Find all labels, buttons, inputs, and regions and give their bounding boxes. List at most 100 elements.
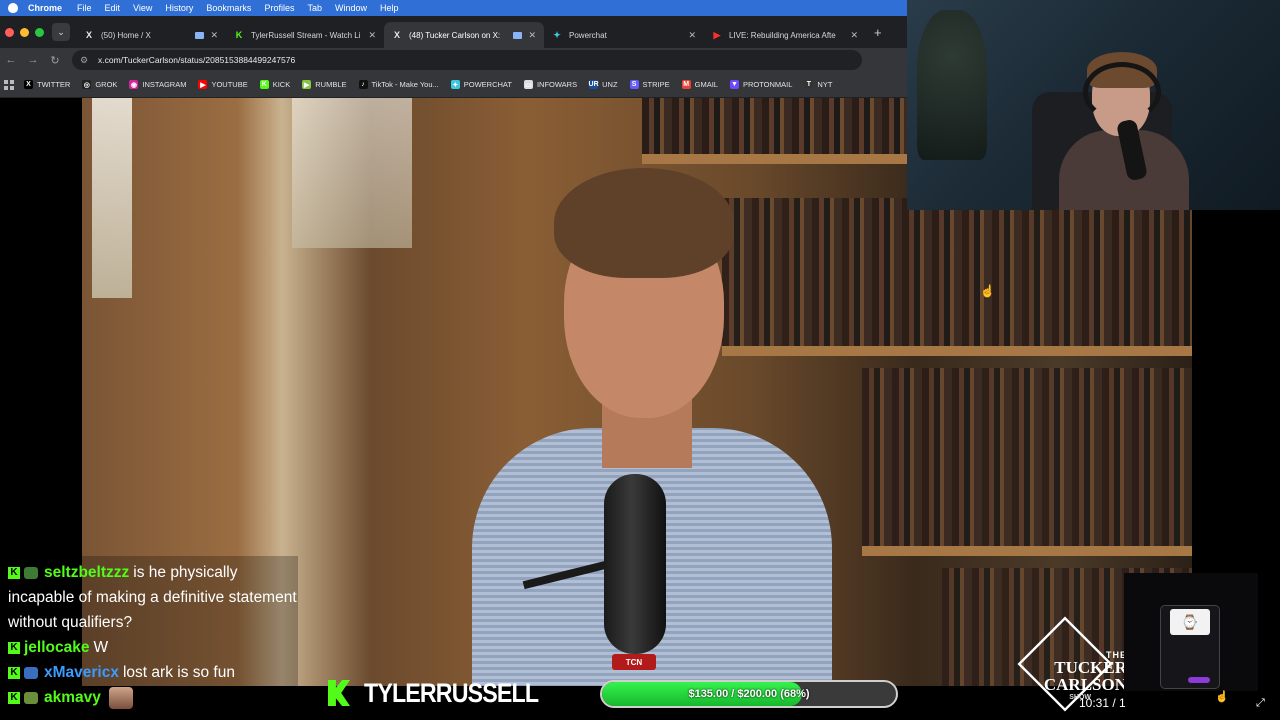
tab-title: Powerchat: [569, 30, 607, 40]
close-tab-icon[interactable]: ✕: [528, 30, 536, 41]
tab-title: (50) Home / X: [101, 30, 151, 40]
tab-media-icon[interactable]: [195, 31, 205, 39]
bookmark-favicon-icon: X: [24, 80, 33, 89]
menu-history[interactable]: History: [165, 3, 193, 13]
powerchat-icon: ✦: [553, 29, 561, 40]
bookmark-item[interactable]: S STRIPE: [629, 80, 670, 89]
menu-help[interactable]: Help: [380, 3, 399, 13]
chat-username[interactable]: seltzbeltzzz: [44, 564, 129, 581]
bookmark-favicon-icon: ♪: [358, 80, 368, 89]
bookmark-item[interactable]: ✦ POWERCHAT: [450, 80, 512, 89]
bookmark-label: RUMBLE: [315, 80, 347, 89]
chat-text: W: [93, 639, 109, 656]
minimize-window-button[interactable]: [20, 27, 29, 37]
bookmark-item[interactable]: ♪ TikTok - Make You...: [358, 80, 439, 89]
bookmark-label: POWERCHAT: [463, 80, 512, 89]
bookmark-favicon-icon: UR: [588, 80, 599, 89]
bookmark-item[interactable]: M GMAIL: [681, 80, 718, 89]
bookmark-item[interactable]: T NYT: [804, 80, 832, 89]
bookmark-item[interactable]: UR UNZ: [588, 80, 618, 89]
bookmark-favicon-icon: ✦: [450, 80, 460, 89]
close-tab-icon[interactable]: ✕: [850, 30, 858, 41]
logo-line-carlson: CARLSON: [1043, 675, 1127, 694]
menu-bookmarks[interactable]: Bookmarks: [206, 3, 251, 13]
bookmark-favicon-icon: ◉: [129, 80, 139, 89]
apple-logo-icon[interactable]: [8, 3, 18, 13]
browser-tab[interactable]: X (48) Tucker Carlson on X: ✕: [384, 22, 544, 48]
browser-tab[interactable]: ▶ LIVE: Rebuilding America Afte ✕: [704, 22, 866, 48]
chat-username[interactable]: akmavy: [44, 689, 101, 706]
tab-title: TylerRussell Stream - Watch Li: [251, 30, 361, 40]
forward-arrow-icon[interactable]: →: [22, 54, 44, 66]
channel-name: TYLERRUSSELL: [364, 678, 539, 708]
menu-tab[interactable]: Tab: [307, 3, 322, 13]
bookmark-item[interactable]: ◉ INSTAGRAM: [129, 80, 186, 89]
browser-tab[interactable]: K TylerRussell Stream - Watch Li ✕: [226, 22, 384, 48]
bookmark-label: TWITTER: [37, 80, 71, 89]
apps-grid-icon[interactable]: [4, 79, 14, 90]
browser-tab[interactable]: X (50) Home / X ✕: [76, 22, 226, 48]
close-tab-icon[interactable]: ✕: [688, 30, 696, 41]
chat-emote-icon: [108, 686, 133, 709]
site-settings-icon[interactable]: ⚙: [76, 55, 92, 66]
watch-icon: ⌚: [1170, 609, 1210, 635]
subscriber-badge-icon: [24, 691, 38, 704]
close-window-button[interactable]: [5, 27, 14, 37]
cursor-pointer-icon: ☝: [1215, 691, 1229, 703]
headset-icon: [1083, 62, 1161, 122]
bookmark-label: UNZ: [602, 80, 618, 89]
menu-view[interactable]: View: [133, 3, 152, 13]
browser-tab[interactable]: ✦ Powerchat ✕: [544, 22, 704, 48]
back-arrow-icon[interactable]: ←: [0, 54, 22, 66]
kick-badge-icon: K: [8, 641, 20, 654]
bookmark-label: GROK: [95, 80, 118, 89]
ad-thumbnail[interactable]: ⌚: [1124, 573, 1258, 691]
tab-title: (48) Tucker Carlson on X:: [409, 30, 501, 40]
bookmark-item[interactable]: ◎ GROK: [82, 80, 117, 89]
bookmark-favicon-icon: ▶: [302, 80, 312, 89]
ad-buy-button[interactable]: [1188, 677, 1210, 683]
fullscreen-window-button[interactable]: [35, 27, 44, 37]
kick-logo-icon: [328, 680, 350, 706]
tab-search-chevron-icon[interactable]: ⌄: [52, 23, 70, 41]
chat-message-list: Kseltzbeltzzz is he physically incapable …: [8, 560, 298, 710]
menu-file[interactable]: File: [77, 3, 92, 13]
show-logo: THE TUCKER CARLSON SHOW: [1003, 616, 1131, 712]
subscriber-badge-icon: [24, 666, 38, 679]
chat-overlay: Kseltzbeltzzz is he physically incapable …: [0, 556, 298, 710]
bookmark-item[interactable]: ▭ INFOWARS: [523, 80, 578, 89]
bookmark-item[interactable]: X TWITTER: [24, 80, 70, 89]
tab-media-icon[interactable]: [513, 31, 523, 39]
address-url[interactable]: x.com/TuckerCarlson/status/2085153884499…: [98, 55, 295, 65]
browser-tab-strip: ⌄ X (50) Home / X ✕ K TylerRussell Stream - …: [0, 16, 907, 48]
address-bar[interactable]: ⚙ x.com/TuckerCarlson/status/20851538844…: [72, 50, 862, 70]
bookmark-item[interactable]: K KICK: [259, 80, 291, 89]
kick-icon: K: [235, 30, 243, 40]
bookmark-label: KICK: [272, 80, 291, 89]
shelf: [862, 546, 1192, 556]
bookmark-label: INFOWARS: [536, 80, 578, 89]
menu-edit[interactable]: Edit: [105, 3, 121, 13]
bookmark-item[interactable]: ▶ YOUTUBE: [198, 80, 248, 89]
screen: Chrome File Edit View History Bookmarks …: [0, 0, 1280, 720]
bookmark-item[interactable]: ▶ RUMBLE: [302, 80, 347, 89]
new-tab-plus-icon[interactable]: +: [874, 25, 882, 40]
menu-profiles[interactable]: Profiles: [264, 3, 294, 13]
mic-badge: TCN: [612, 654, 656, 670]
menu-app-chrome[interactable]: Chrome: [28, 3, 62, 13]
tab-list: X (50) Home / X ✕ K TylerRussell Stream - Wa…: [76, 16, 866, 48]
fullscreen-icon[interactable]: ⤢: [1256, 697, 1265, 710]
bookmark-label: INSTAGRAM: [142, 80, 187, 89]
kick-badge-icon: K: [8, 691, 20, 704]
bookmark-item[interactable]: ▼ PROTONMAIL: [729, 80, 792, 89]
reload-icon[interactable]: ↻: [44, 54, 66, 67]
bookmark-favicon-icon: ◎: [82, 80, 92, 89]
bookmark-label: YOUTUBE: [211, 80, 248, 89]
chat-message: KxMavericx lost ark is so fun: [8, 660, 298, 685]
close-tab-icon[interactable]: ✕: [210, 30, 218, 41]
chat-username[interactable]: jellocake: [24, 639, 90, 656]
menu-window[interactable]: Window: [335, 3, 367, 13]
close-tab-icon[interactable]: ✕: [368, 30, 376, 41]
chat-username[interactable]: xMavericx: [44, 664, 119, 681]
chat-message: Kakmavy: [8, 685, 298, 710]
